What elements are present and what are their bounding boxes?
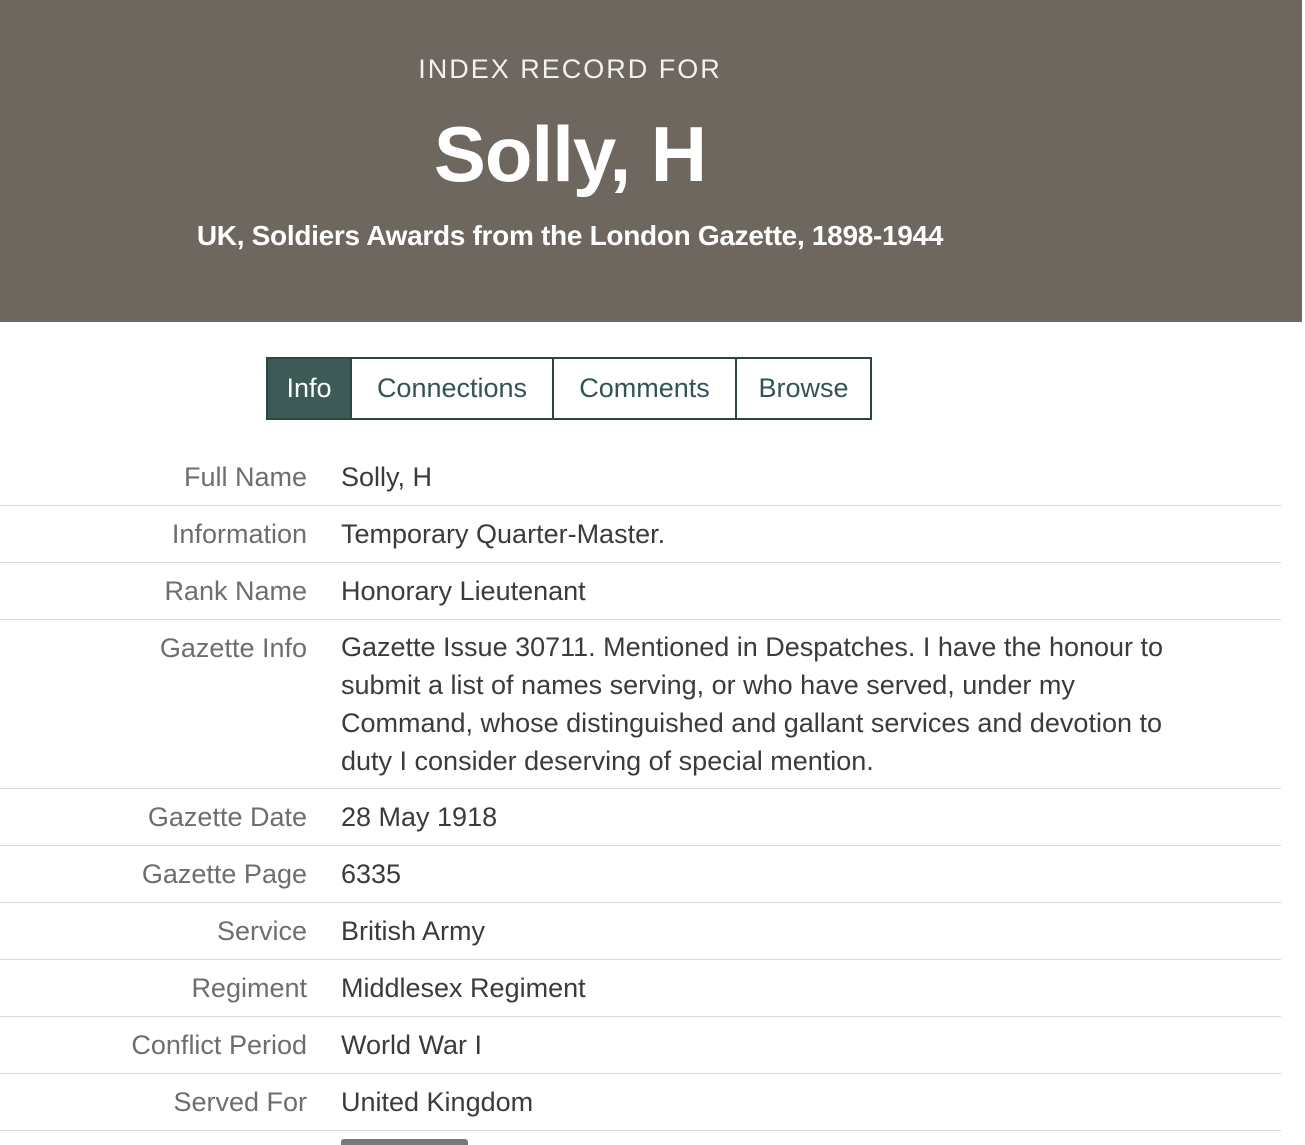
record-page: INDEX RECORD FOR Solly, H UK, Soldiers A… (0, 0, 1305, 1145)
row-gazette-page: Gazette Page 6335 (0, 846, 1281, 903)
row-gazette-info: Gazette Info Gazette Issue 30711. Mentio… (0, 620, 1281, 789)
full-name-label: Full Name (0, 457, 307, 497)
rank-name-value: Honorary Lieutenant (341, 571, 1281, 611)
row-full-name: Full Name Solly, H (0, 449, 1281, 506)
conflict-period-value: World War I (341, 1025, 1281, 1065)
record-tabs: Info Connections Comments Browse (266, 357, 872, 420)
full-name-value: Solly, H (341, 457, 1281, 497)
gazette-info-value: Gazette Issue 30711. Mentioned in Despat… (341, 628, 1281, 780)
gazette-page-label: Gazette Page (0, 854, 307, 894)
served-for-value: United Kingdom (341, 1082, 1281, 1122)
row-service: Service British Army (0, 903, 1281, 960)
regiment-value: Middlesex Regiment (341, 968, 1281, 1008)
information-value: Temporary Quarter-Master. (341, 514, 1281, 554)
record-header-inner: INDEX RECORD FOR Solly, H UK, Soldiers A… (0, 0, 1140, 251)
gazette-date-label: Gazette Date (0, 797, 307, 837)
service-label: Service (0, 911, 307, 951)
gazette-page-value: 6335 (341, 854, 1281, 894)
tab-browse[interactable]: Browse (737, 359, 870, 418)
tab-connections[interactable]: Connections (352, 359, 554, 418)
tab-comments[interactable]: Comments (554, 359, 737, 418)
served-for-label: Served For (0, 1082, 307, 1122)
information-label: Information (0, 514, 307, 554)
record-header: INDEX RECORD FOR Solly, H UK, Soldiers A… (0, 0, 1302, 322)
tab-info[interactable]: Info (268, 359, 352, 418)
service-value: British Army (341, 911, 1281, 951)
record-detail-table: Full Name Solly, H Information Temporary… (0, 449, 1305, 1131)
row-conflict-period: Conflict Period World War I (0, 1017, 1281, 1074)
rank-name-label: Rank Name (0, 571, 307, 611)
row-served-for: Served For United Kingdom (0, 1074, 1281, 1131)
record-title: Solly, H (0, 113, 1140, 195)
row-information: Information Temporary Quarter-Master. (0, 506, 1281, 563)
collection-title: UK, Soldiers Awards from the London Gaze… (0, 221, 1140, 251)
regiment-label: Regiment (0, 968, 307, 1008)
conflict-period-label: Conflict Period (0, 1025, 307, 1065)
index-record-label: INDEX RECORD FOR (0, 55, 1140, 83)
gazette-info-label: Gazette Info (0, 628, 307, 780)
next-row-partial-text (341, 1139, 468, 1145)
gazette-date-value: 28 May 1918 (341, 797, 1281, 837)
row-gazette-date: Gazette Date 28 May 1918 (0, 789, 1281, 846)
row-rank-name: Rank Name Honorary Lieutenant (0, 563, 1281, 620)
row-regiment: Regiment Middlesex Regiment (0, 960, 1281, 1017)
